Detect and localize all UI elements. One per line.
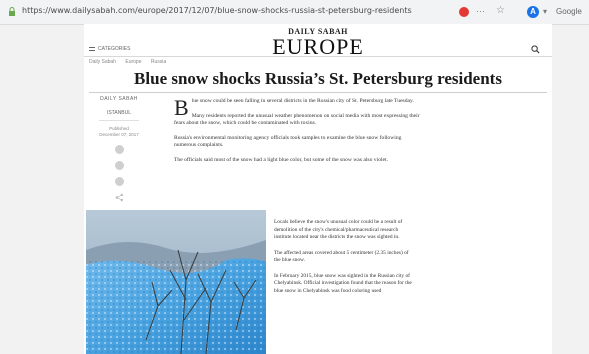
article-paragraph: Russia's environmental monitoring agency… <box>174 134 402 149</box>
profile-avatar[interactable]: A <box>527 6 539 18</box>
lead-text: lue snow could be seen falling in severa… <box>191 98 414 104</box>
lock-icon <box>9 7 15 16</box>
comment-icon[interactable] <box>114 177 124 186</box>
article-paragraph: Locals believe the snow's unusual color … <box>274 219 403 240</box>
bookmark-star-icon[interactable]: ☆ <box>496 4 505 18</box>
breadcrumb-item[interactable]: Russia <box>151 59 166 65</box>
address-bar[interactable]: https://www.dailysabah.com/europe/2017/1… <box>22 5 442 17</box>
search-icon[interactable] <box>531 45 540 54</box>
facebook-icon[interactable] <box>114 145 124 154</box>
extension-icon[interactable] <box>459 7 469 17</box>
categories-menu[interactable]: CATEGORIES <box>89 45 130 53</box>
browser-toolbar: https://www.dailysabah.com/europe/2017/1… <box>0 0 589 25</box>
article-paragraph: In February 2015, blue snow was sighted … <box>274 272 412 294</box>
lead-paragraph: Blue snow could be seen falling in sever… <box>174 97 424 119</box>
chevron-down-icon[interactable]: ▾ <box>543 5 547 18</box>
dateline-city: ISTANBUL <box>106 110 132 116</box>
search-engine-label[interactable]: Google <box>556 5 582 18</box>
headline-divider <box>89 92 547 93</box>
article-page: DAILY SABAH EUROPE CATEGORIES Daily Saba… <box>84 24 552 354</box>
hamburger-icon <box>89 46 95 51</box>
article-paragraph: The officials said most of the snow had … <box>174 156 388 163</box>
dropcap-letter: B <box>174 95 189 120</box>
article-headline: Blue snow shocks Russia’s St. Petersburg… <box>134 69 502 88</box>
extension-menu-icon[interactable]: ⋯ <box>476 4 485 18</box>
breadcrumb: Daily Sabah Europe Russia <box>89 58 174 66</box>
share-icon[interactable] <box>115 193 124 202</box>
article-photo[interactable] <box>86 210 266 354</box>
article-column-2: Locals believe the snow's unusual color … <box>274 219 414 303</box>
twitter-icon[interactable] <box>114 161 124 170</box>
article-paragraph: The affected areas covered about 5 centi… <box>274 249 409 264</box>
article-body: Blue snow could be seen falling in sever… <box>174 97 424 172</box>
published-date: December 07, 2017 <box>99 132 139 137</box>
author-name[interactable]: DAILY SABAH <box>89 96 149 103</box>
categories-label: CATEGORIES <box>98 46 131 52</box>
breadcrumb-item[interactable]: Daily Sabah <box>89 59 116 65</box>
breadcrumb-item[interactable]: Europe <box>125 59 141 65</box>
nav-divider <box>84 56 552 57</box>
meta-divider <box>99 120 139 121</box>
article-meta: DAILY SABAH ISTANBUL Published December … <box>89 96 149 223</box>
article-paragraph: Many residents reported the unusual weat… <box>174 112 420 127</box>
